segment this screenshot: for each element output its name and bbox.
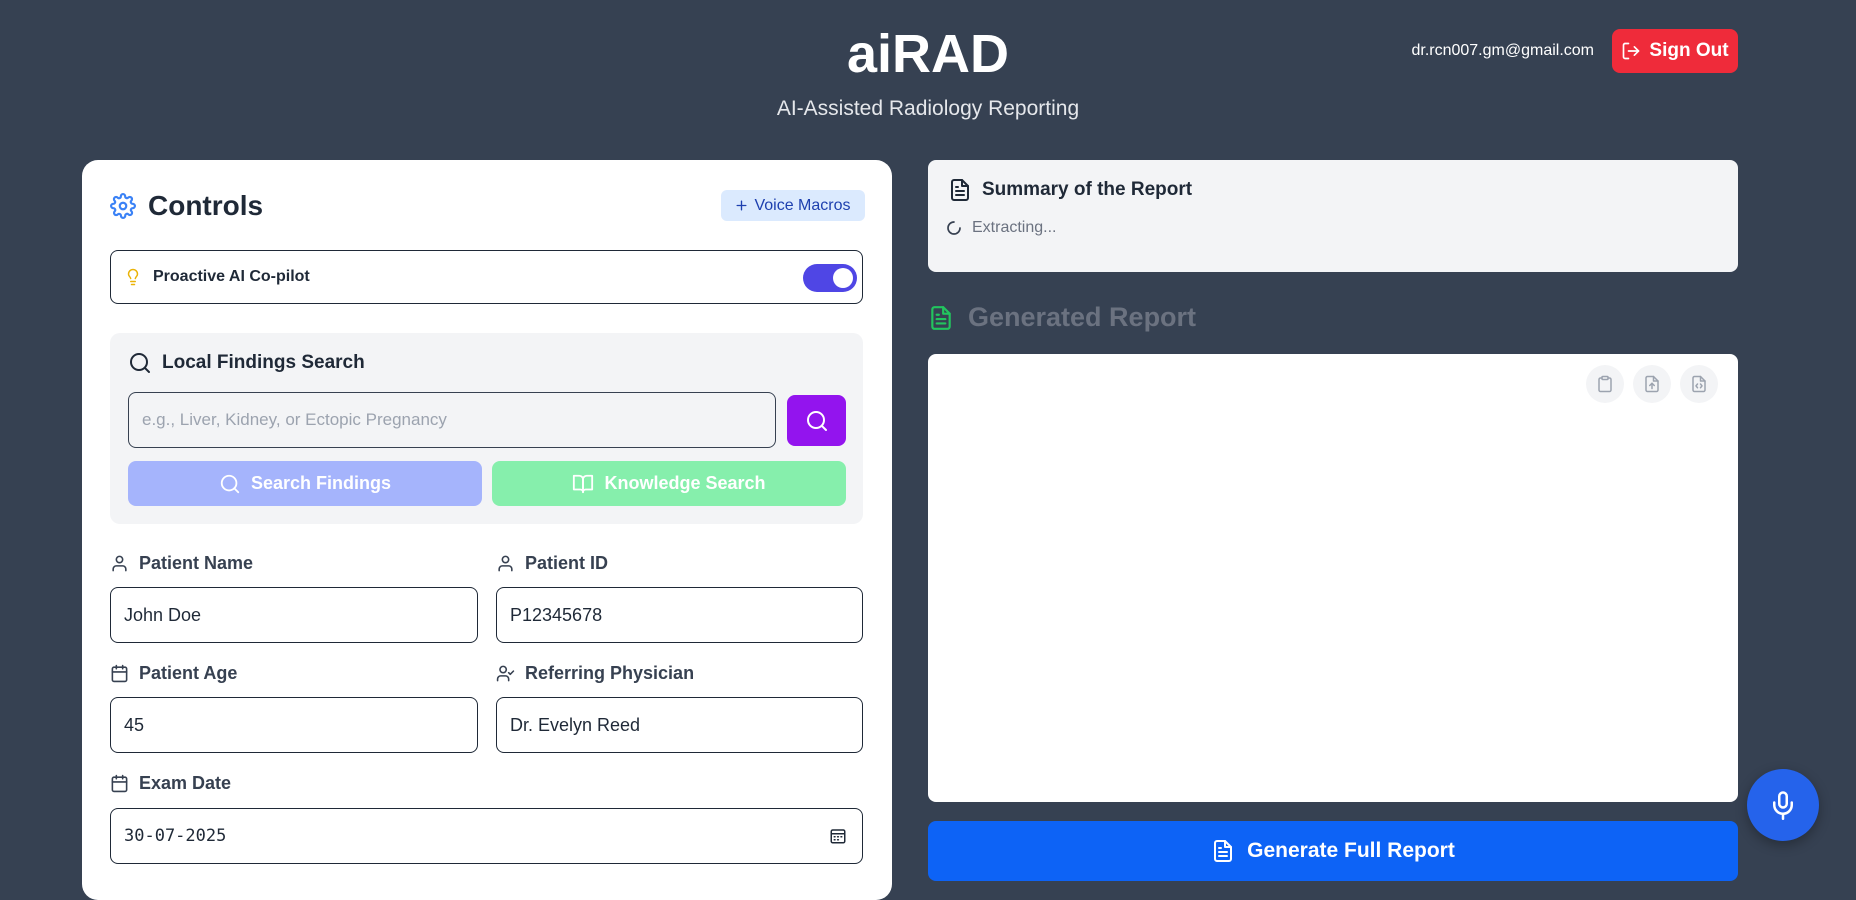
- patient-age-input[interactable]: [110, 697, 478, 753]
- toggle-knob: [833, 268, 853, 288]
- controls-panel: Controls Voice Macros Proactive AI Co-pi…: [82, 160, 892, 900]
- controls-title: Controls: [148, 190, 264, 221]
- app-subtitle: AI-Assisted Radiology Reporting: [776, 97, 1080, 120]
- patient-age-label-text: Patient Age: [139, 663, 238, 683]
- spinner-icon: [947, 221, 961, 235]
- voice-dictation-button[interactable]: [1747, 769, 1819, 841]
- calendar-picker-icon[interactable]: [829, 827, 847, 845]
- generated-report-heading: Generated Report: [928, 302, 1196, 333]
- patient-name-label: Patient Name: [110, 553, 253, 574]
- referring-physician-label-text: Referring Physician: [525, 663, 695, 683]
- sign-out-button[interactable]: Sign Out: [1612, 29, 1738, 73]
- knowledge-search-label: Knowledge Search: [604, 473, 766, 493]
- knowledge-search-button[interactable]: Knowledge Search: [492, 461, 846, 506]
- patient-name-label-text: Patient Name: [139, 553, 254, 573]
- plus-icon: [736, 200, 747, 211]
- file-text-icon: [1214, 840, 1233, 862]
- calendar-icon: [111, 774, 128, 793]
- search-heading-label: Local Findings Search: [162, 352, 365, 373]
- calendar-icon: [111, 664, 128, 683]
- search-icon: [806, 410, 827, 431]
- exam-date-label-text: Exam Date: [139, 773, 232, 793]
- controls-header: Controls: [110, 190, 263, 222]
- sign-out-label: Sign Out: [1649, 40, 1729, 61]
- user-check-icon: [496, 665, 515, 682]
- summary-status-text: Extracting...: [972, 219, 1057, 236]
- copy-report-button[interactable]: [1586, 365, 1624, 403]
- file-text-icon: [951, 179, 969, 201]
- summary-status: Extracting...: [946, 219, 1056, 237]
- local-findings-search: Local Findings Search Search Findings Kn…: [110, 333, 863, 524]
- export-report-button[interactable]: [1633, 365, 1671, 403]
- user-icon: [498, 555, 513, 572]
- lightbulb-icon: [127, 268, 139, 286]
- search-submit-button[interactable]: [787, 395, 846, 446]
- report-editor[interactable]: [928, 354, 1738, 802]
- user-icon: [112, 555, 127, 572]
- user-email: dr.rcn007.gm@gmail.com: [1411, 42, 1594, 59]
- generated-report-title: Generated Report: [968, 302, 1197, 332]
- microphone-icon: [1773, 791, 1793, 820]
- patient-id-label-text: Patient ID: [525, 553, 609, 573]
- copilot-toggle-row: Proactive AI Co-pilot: [110, 250, 863, 304]
- book-open-icon: [573, 474, 594, 493]
- findings-search-input[interactable]: [128, 392, 776, 448]
- patient-id-input[interactable]: [496, 587, 863, 643]
- voice-macros-button[interactable]: Voice Macros: [721, 190, 865, 221]
- gear-icon: [110, 193, 136, 219]
- referring-physician-input[interactable]: [496, 697, 863, 753]
- code-report-button[interactable]: [1680, 365, 1718, 403]
- summary-heading: Summary of the Report: [948, 178, 1192, 202]
- search-findings-label: Search Findings: [250, 473, 392, 493]
- file-code-icon: [1692, 375, 1706, 393]
- patient-id-label: Patient ID: [496, 553, 608, 574]
- copilot-label: Proactive AI Co-pilot: [153, 268, 310, 285]
- exam-date-label: Exam Date: [110, 773, 231, 794]
- generate-full-report-button[interactable]: Generate Full Report: [928, 821, 1738, 881]
- copilot-toggle[interactable]: [803, 264, 857, 292]
- referring-physician-label: Referring Physician: [496, 663, 694, 684]
- search-icon: [130, 353, 150, 373]
- search-icon: [220, 474, 240, 493]
- exam-date-input[interactable]: [110, 808, 863, 864]
- voice-macros-label: Voice Macros: [754, 196, 851, 214]
- patient-name-input[interactable]: [110, 587, 478, 643]
- report-summary-card: Summary of the Report Extracting...: [928, 160, 1738, 272]
- search-heading: Local Findings Search: [128, 351, 365, 375]
- summary-title: Summary of the Report: [982, 179, 1193, 200]
- sign-out-icon: [1623, 42, 1640, 60]
- file-text-icon: [931, 305, 951, 330]
- search-findings-button[interactable]: Search Findings: [128, 461, 482, 506]
- clipboard-icon: [1598, 375, 1612, 393]
- generate-full-report-label: Generate Full Report: [1247, 839, 1455, 862]
- patient-age-label: Patient Age: [110, 663, 237, 684]
- file-upload-icon: [1645, 375, 1659, 393]
- exam-date-field: [110, 808, 863, 864]
